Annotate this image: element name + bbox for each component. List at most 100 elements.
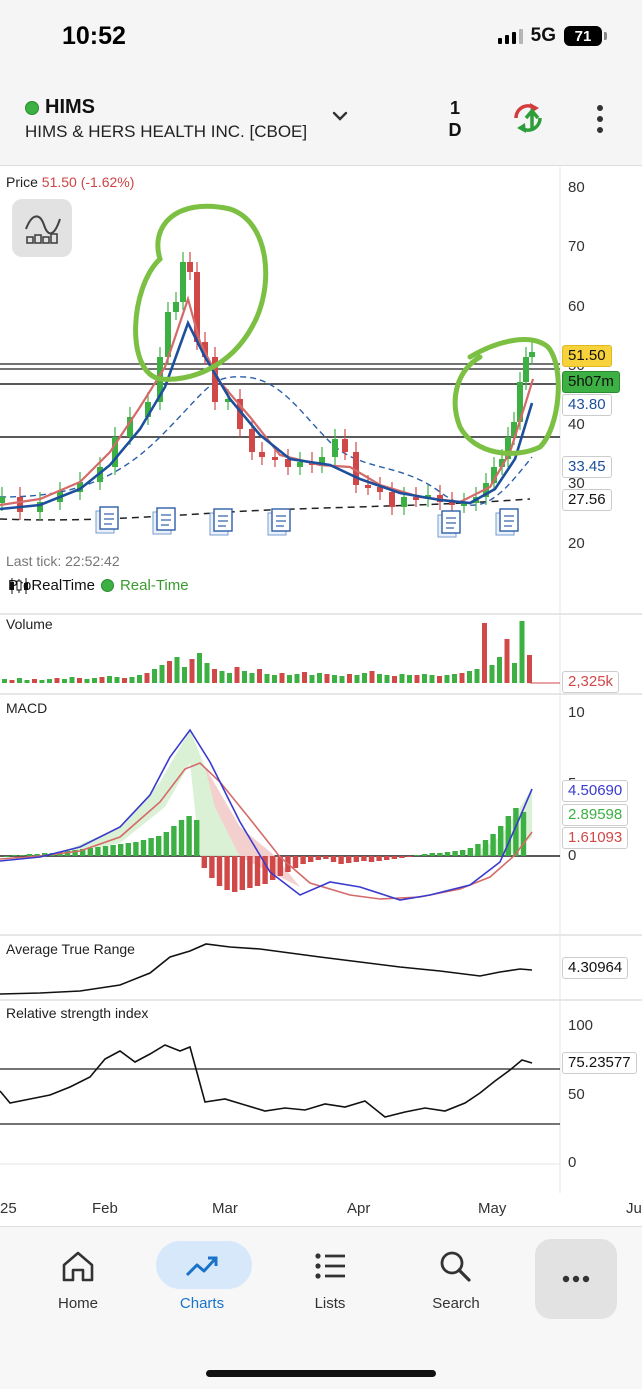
chart-canvas[interactable] [0,167,642,1193]
macd-bar [482,840,489,856]
volume-bar [399,674,405,683]
volume-bar [324,674,330,683]
candle-body [173,302,179,312]
volume-bar [512,663,517,683]
volume-bar [159,665,165,683]
rsi-tick-100: 100 [568,1017,594,1034]
volume-bar [437,676,442,683]
macd-tick-10: 10 [568,704,585,721]
volume-bar [122,678,127,683]
nav-lists[interactable]: Lists [280,1241,380,1312]
macd-bar [118,844,124,856]
macd-hist-tag: 2.89598 [562,804,629,826]
instrument-name: HIMS & HERS HEALTH INC. [CBOE] [25,122,308,141]
rsi-line [0,1044,533,1118]
macd-bar [346,856,352,863]
candle-body [0,497,5,503]
volume-bar [332,675,337,683]
macd-bar [460,850,466,856]
network-label: 5G [530,25,556,46]
list-icon [315,1253,345,1279]
rsi-value-tag: 75.23577 [562,1052,637,1074]
macd-bar [133,842,139,856]
macd-value-tag: 4.50690 [562,780,629,802]
ma-fast-tag: 43.80 [562,394,612,416]
macd-bar [148,838,154,856]
macd-bar [452,851,458,856]
nav-home[interactable]: Home [28,1241,128,1312]
x-tick-mar: Mar [212,1200,238,1217]
nav-charts[interactable]: Charts [152,1241,252,1312]
volume-bar [137,675,142,683]
macd-bar [254,856,261,886]
volume-bar [84,679,90,683]
macd-signal-tag: 1.61093 [562,827,629,849]
volume-bar [92,678,97,683]
sync-icon[interactable] [510,100,546,136]
volume-label: Volume [6,616,53,632]
indicator-tool-button[interactable] [12,199,72,257]
y-tick-20: 20 [568,535,585,552]
macd-bar [194,820,200,856]
macd-bar [239,856,245,890]
volume-bar [497,657,502,683]
y-tick-60: 60 [568,298,585,315]
document-icon [437,510,461,538]
volume-bar [384,675,390,683]
volume-bar [152,669,157,683]
rsi-tick-0: 0 [568,1154,577,1171]
volume-bar [309,675,315,683]
volume-bar [527,655,532,683]
volume-bar [452,674,457,683]
macd-bar [224,856,230,890]
macd-bar [475,844,481,856]
last-price-tag: 51.50 [562,345,612,367]
macd-bar [95,847,101,856]
timeframe-button[interactable]: 1 D [440,97,470,141]
volume-bar [467,671,472,683]
y-tick-80: 80 [568,179,585,196]
annotation-circle-peak [133,203,269,382]
macd-bar [300,856,306,864]
macd-bar [110,845,116,856]
volume-bar [257,669,262,683]
more-vertical-icon[interactable] [594,104,606,134]
volume-bar [204,663,210,683]
volume-bar [294,674,300,683]
chevron-down-icon[interactable] [330,106,350,126]
volume-bar [167,661,172,683]
candle-body [249,429,255,452]
macd-bar [292,856,299,868]
bottom-nav: Home Charts Lists Search [0,1226,642,1389]
volume-bar [362,673,367,683]
home-icon [62,1251,94,1282]
macd-bar [209,856,215,878]
macd-bar [163,832,169,856]
symbol-row[interactable]: HIMS [25,96,95,119]
volume-bar [264,674,270,683]
instrument-symbol: HIMS [45,96,95,118]
macd-bar [330,856,337,862]
volume-bar [407,675,412,683]
more-menu-button[interactable] [535,1239,617,1319]
candle-body [389,492,395,507]
nav-search[interactable]: Search [406,1241,506,1312]
document-icon [209,508,233,536]
macd-bar [156,836,162,856]
candle-body [401,497,407,507]
macd-bar [323,856,329,859]
macd-bar [406,856,413,857]
search-icon [440,1251,471,1282]
macd-bar [140,840,147,856]
macd-bar [368,856,375,862]
volume-bar [227,673,232,683]
timeframe-number: 1 [449,98,460,118]
chart-area[interactable]: Price 51.50 (-1.62%) Last tick: 22:52:42… [0,167,642,1193]
candle-body [365,485,371,488]
news-document-icons [95,506,519,538]
document-icon [267,508,291,536]
volume-bar [459,673,465,683]
data-source-legend: ProRealTime Real-Time [8,577,189,594]
nav-charts-label: Charts [179,1295,225,1312]
volume-bar [107,676,112,683]
